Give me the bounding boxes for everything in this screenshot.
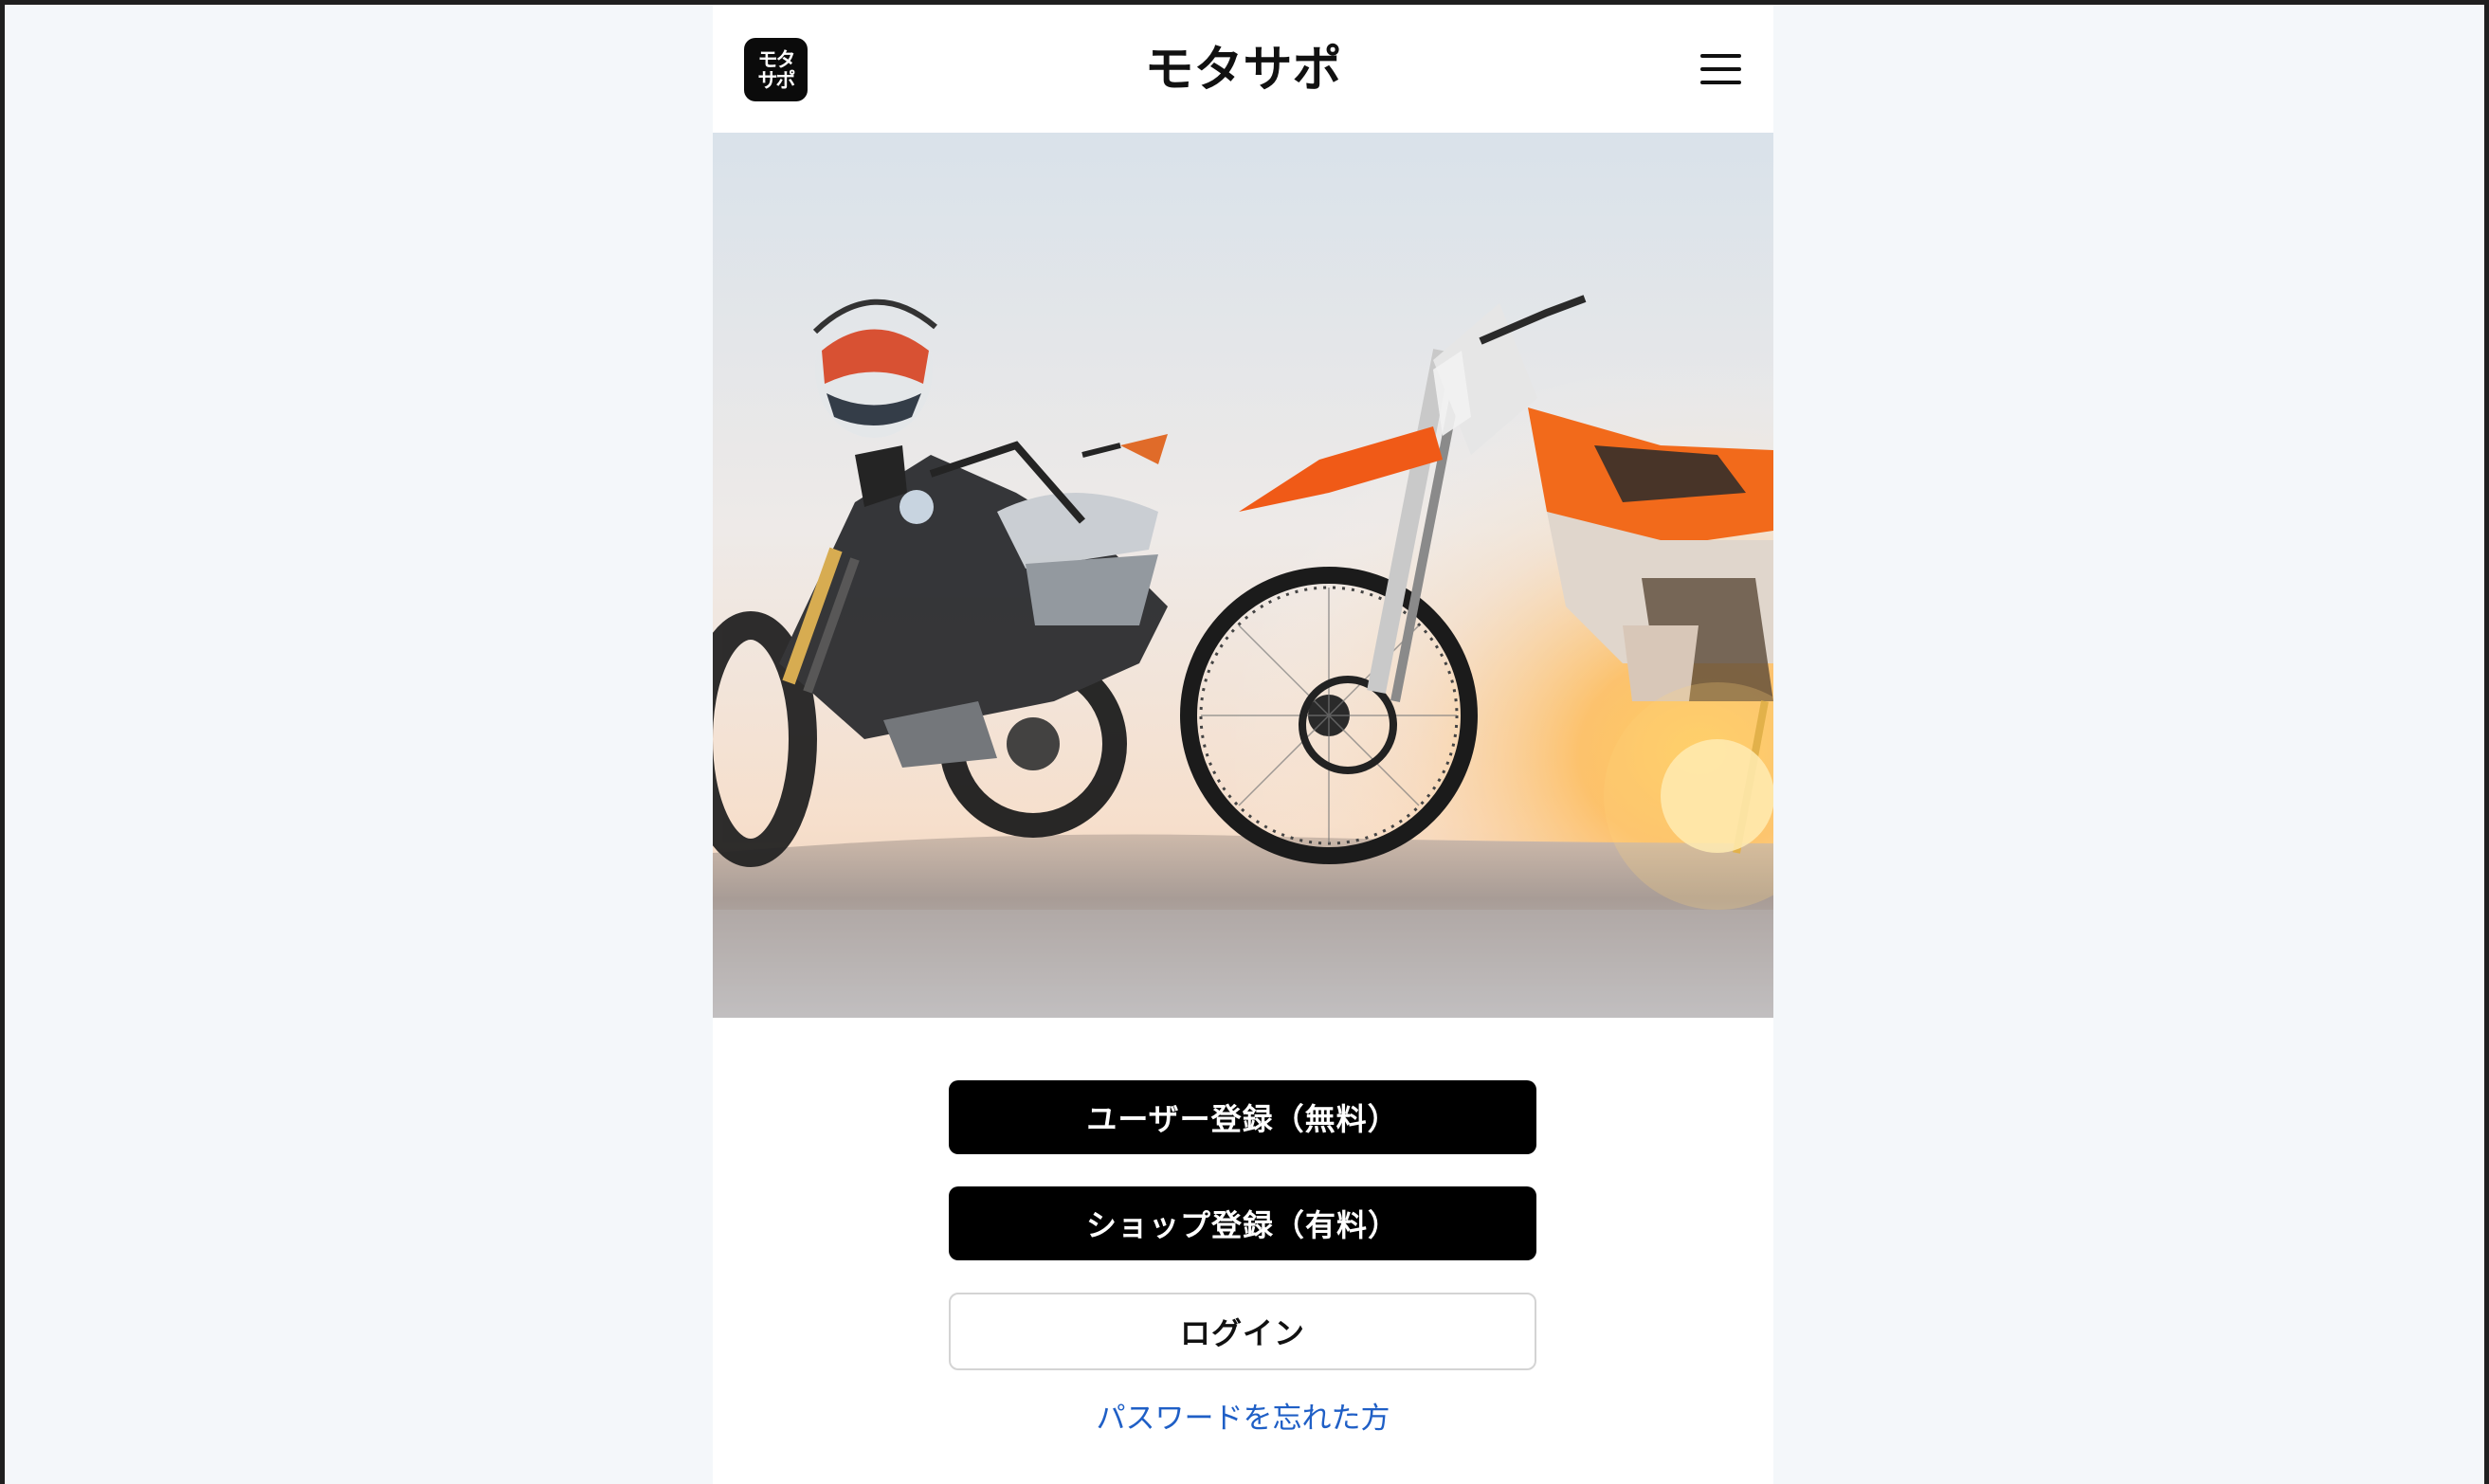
- forgot-password-link[interactable]: パスワードを忘れた方: [713, 1398, 1773, 1439]
- hero-image: [713, 133, 1773, 1018]
- page-title: モタサポ: [1144, 42, 1342, 99]
- user-register-button[interactable]: ユーザー登録（無料）: [949, 1080, 1536, 1154]
- menu-bar: [1700, 67, 1741, 71]
- shop-register-button[interactable]: ショップ登録（有料）: [949, 1186, 1536, 1260]
- page-background: モタ サポ モタサポ ユーザー登録（無料） ショップ登録（有料） ログイン パス…: [5, 5, 2484, 1484]
- menu-bar: [1700, 54, 1741, 58]
- hamburger-menu-icon[interactable]: [1700, 54, 1741, 84]
- app-header: モタ サポ モタサポ: [713, 5, 1773, 133]
- menu-bar: [1700, 81, 1741, 84]
- login-button[interactable]: ログイン: [949, 1293, 1536, 1370]
- mobile-app-frame: モタ サポ モタサポ ユーザー登録（無料） ショップ登録（有料） ログイン パス…: [713, 5, 1773, 1484]
